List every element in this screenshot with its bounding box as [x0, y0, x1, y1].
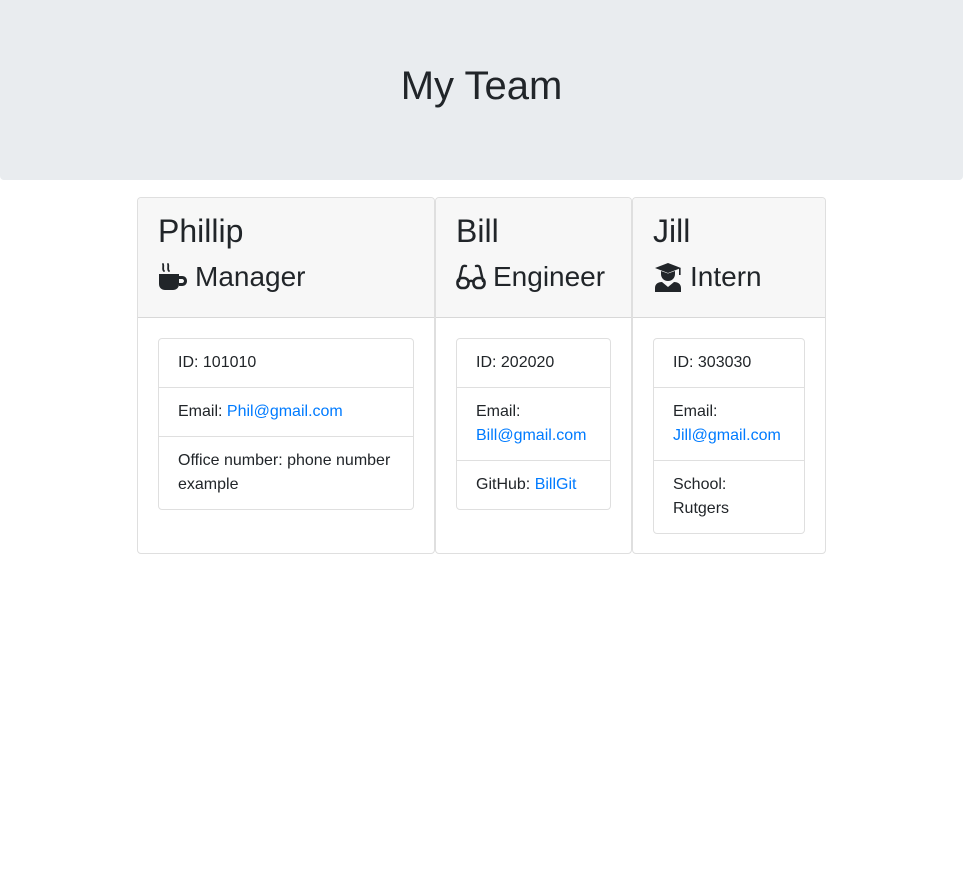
employee-role: Intern [653, 260, 762, 294]
user-graduate-icon [653, 262, 683, 292]
email-label: Email: [673, 403, 718, 420]
email-label: Email: [178, 403, 223, 420]
jumbotron-header: My Team [0, 0, 963, 180]
office-number-item: Office number: phone number example [159, 437, 413, 509]
employee-card-engineer: Bill Engineer ID: 202020 Email: Bill@gma… [435, 197, 632, 554]
email-item: Email: Phil@gmail.com [159, 388, 413, 437]
github-item: GitHub: BillGit [457, 461, 610, 509]
school-label: School: [673, 476, 727, 493]
id-label: ID: [673, 354, 694, 371]
github-label: GitHub: [476, 476, 531, 493]
page-title: My Team [400, 64, 563, 108]
id-value: 303030 [697, 354, 752, 371]
id-item: ID: 101010 [159, 339, 413, 388]
employee-role: Manager [158, 260, 306, 294]
email-link[interactable]: Bill@gmail.com [476, 427, 586, 444]
card-header: Bill Engineer [436, 198, 631, 318]
employee-card-intern: Jill Intern ID: 303030 Email: Jill@gmail… [632, 197, 826, 554]
github-link[interactable]: BillGit [535, 476, 577, 493]
school-item: School: Rutgers [654, 461, 804, 533]
employee-details-list: ID: 101010 Email: Phil@gmail.com Office … [158, 338, 414, 510]
office-number-label: Office number: [178, 452, 283, 469]
email-link[interactable]: Phil@gmail.com [227, 403, 343, 420]
email-link[interactable]: Jill@gmail.com [673, 427, 781, 444]
id-item: ID: 202020 [457, 339, 610, 388]
email-item: Email: Jill@gmail.com [654, 388, 804, 461]
card-header: Phillip Manager [138, 198, 434, 318]
employee-details-list: ID: 202020 Email: Bill@gmail.com GitHub:… [456, 338, 611, 510]
employee-role: Engineer [456, 260, 605, 294]
role-label: Engineer [493, 261, 606, 292]
employee-card-manager: Phillip Manager ID: 101010 Email: Phil@g… [137, 197, 435, 554]
employee-details-list: ID: 303030 Email: Jill@gmail.com School:… [653, 338, 805, 534]
glasses-icon [456, 262, 486, 292]
employee-name: Phillip [158, 213, 244, 249]
school-value: Rutgers [673, 500, 730, 517]
id-label: ID: [476, 354, 497, 371]
employee-name: Jill [653, 213, 691, 249]
id-label: ID: [178, 354, 199, 371]
employee-name: Bill [456, 213, 499, 249]
mug-hot-icon [158, 262, 188, 292]
role-label: Manager [195, 261, 306, 292]
id-value: 101010 [202, 354, 257, 371]
role-label: Intern [690, 261, 762, 292]
email-label: Email: [476, 403, 521, 420]
id-value: 202020 [500, 354, 555, 371]
id-item: ID: 303030 [654, 339, 804, 388]
email-item: Email: Bill@gmail.com [457, 388, 610, 461]
card-header: Jill Intern [633, 198, 825, 318]
